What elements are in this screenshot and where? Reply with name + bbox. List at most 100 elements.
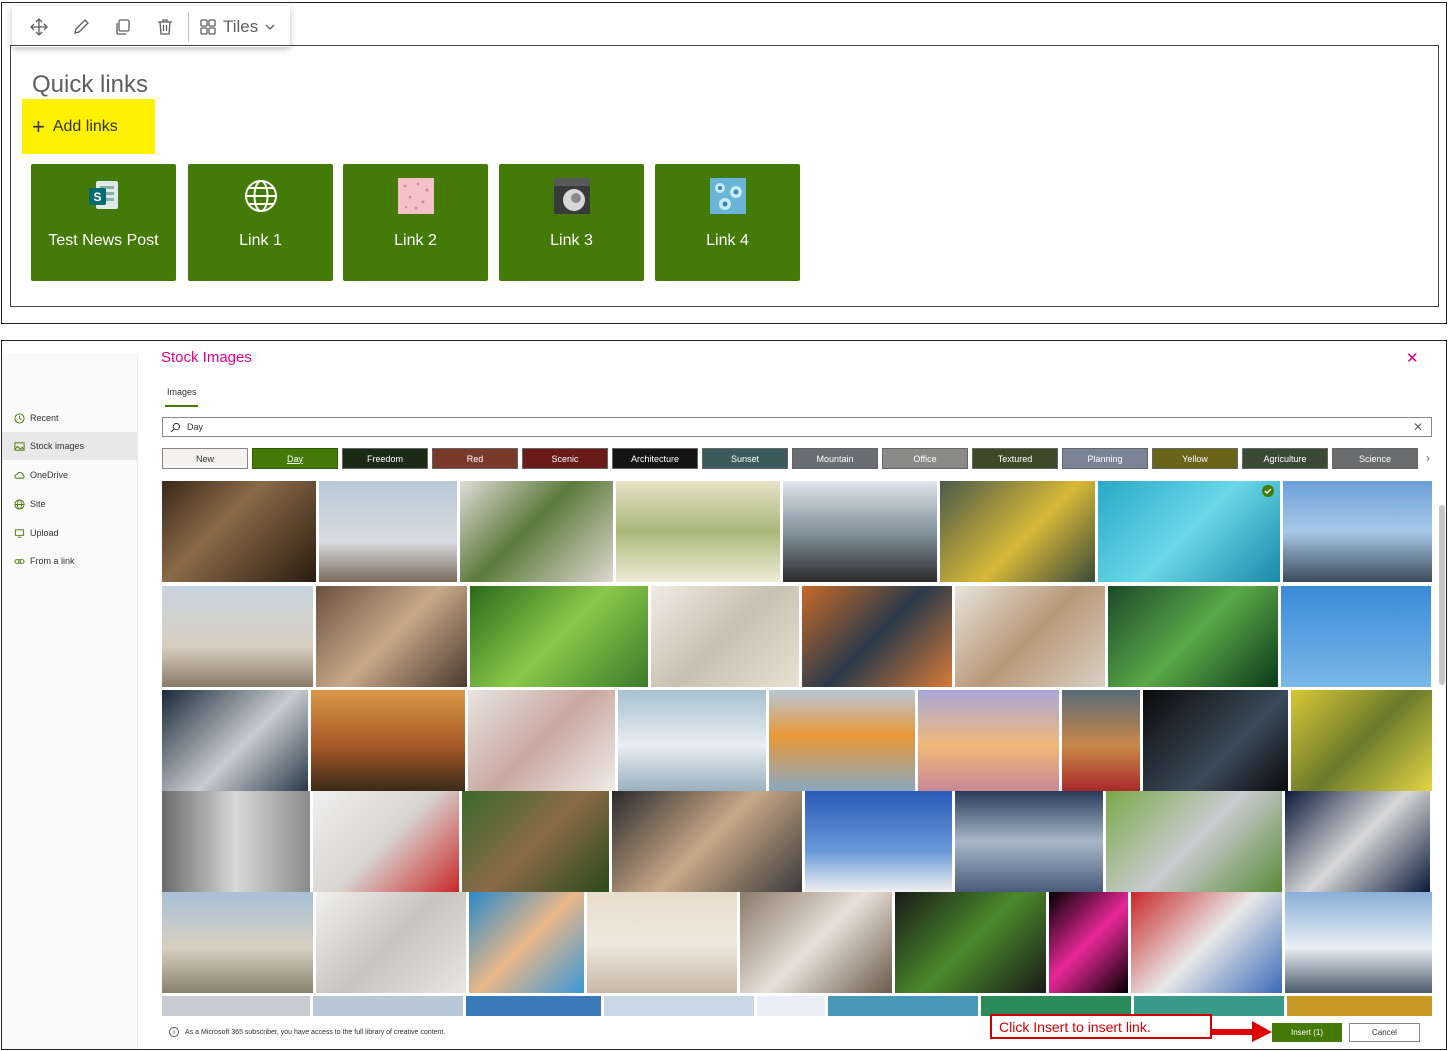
link-tile-link-4[interactable]: Link 4	[655, 164, 800, 281]
chip-agriculture[interactable]: Agriculture	[1242, 448, 1328, 469]
move-button[interactable]	[18, 6, 60, 47]
chip-scenic[interactable]: Scenic	[522, 448, 608, 469]
stock-image-thumbnail[interactable]	[616, 481, 780, 582]
stock-image-thumbnail[interactable]	[604, 996, 754, 1016]
stock-image-thumbnail[interactable]	[460, 481, 613, 582]
stock-image-thumbnail[interactable]	[587, 892, 737, 993]
quick-links-webpart-panel: Tiles Quick links + Add links S Test New…	[1, 2, 1447, 324]
stock-image-thumbnail[interactable]	[1131, 892, 1282, 993]
stock-image-thumbnail[interactable]	[466, 996, 601, 1016]
stock-image-thumbnail[interactable]	[469, 892, 584, 993]
stock-image-thumbnail[interactable]	[313, 996, 463, 1016]
stock-image-thumbnail[interactable]	[316, 892, 466, 993]
stock-image-thumbnail[interactable]	[1062, 690, 1140, 791]
stock-image-thumbnail[interactable]	[802, 586, 952, 687]
stock-image-thumbnail[interactable]	[612, 791, 802, 892]
stock-image-thumbnail[interactable]	[828, 996, 978, 1016]
stock-image-thumbnail[interactable]	[805, 791, 952, 892]
layout-dropdown[interactable]: Tiles	[193, 6, 282, 47]
stock-image-thumbnail[interactable]	[462, 791, 609, 892]
gray-thumbnail	[553, 178, 590, 214]
stock-image-thumbnail[interactable]	[1098, 481, 1280, 582]
nav-item-stock-images[interactable]: Stock images	[2, 432, 138, 460]
chip-new[interactable]: New	[162, 448, 248, 469]
stock-image-thumbnail[interactable]	[162, 892, 313, 993]
chip-yellow[interactable]: Yellow	[1152, 448, 1238, 469]
nav-item-recent[interactable]: Recent	[2, 404, 138, 432]
link-tile-link-2[interactable]: Link 2	[343, 164, 488, 281]
stock-image-thumbnail[interactable]	[1281, 586, 1431, 687]
webpart-title[interactable]: Quick links	[32, 71, 148, 99]
stock-image-thumbnail[interactable]	[1049, 892, 1128, 993]
stock-image-thumbnail[interactable]	[1106, 791, 1282, 892]
chip-red[interactable]: Red	[432, 448, 518, 469]
stock-image-thumbnail[interactable]	[162, 586, 313, 687]
nav-item-from-a-link[interactable]: From a link	[2, 547, 138, 575]
link-tile-link-3[interactable]: Link 3	[499, 164, 644, 281]
stock-image-thumbnail[interactable]	[470, 586, 648, 687]
stock-image-thumbnail[interactable]	[895, 892, 1046, 993]
stock-image-thumbnail[interactable]	[783, 481, 937, 582]
scrollbar[interactable]	[1438, 481, 1446, 1016]
stock-image-thumbnail[interactable]	[955, 586, 1105, 687]
stock-image-thumbnail[interactable]	[468, 690, 615, 791]
stock-image-thumbnail[interactable]	[1143, 690, 1288, 791]
chip-architecture[interactable]: Architecture	[612, 448, 698, 469]
chip-science[interactable]: Science	[1332, 448, 1418, 469]
file-picker-panel: Recent Stock images OneDrive Site Upload…	[1, 340, 1447, 1050]
delete-button[interactable]	[144, 6, 186, 47]
clear-search-icon[interactable]: ✕	[1413, 420, 1423, 434]
stock-image-thumbnail[interactable]	[162, 791, 310, 892]
chevron-right-icon[interactable]: ›	[1426, 451, 1430, 465]
chip-textured[interactable]: Textured	[972, 448, 1058, 469]
stock-image-thumbnail[interactable]	[1134, 996, 1284, 1016]
search-input[interactable]	[187, 422, 1387, 432]
globe-icon	[243, 178, 279, 214]
stock-image-thumbnail[interactable]	[1285, 791, 1430, 892]
stock-image-thumbnail[interactable]	[769, 690, 915, 791]
stock-image-thumbnail[interactable]	[940, 481, 1095, 582]
stock-image-thumbnail[interactable]	[319, 481, 457, 582]
stock-image-thumbnail[interactable]	[316, 586, 467, 687]
category-chips: New Day Freedom Red Scenic Architecture Sunset…	[162, 448, 1432, 469]
note-text: As a Microsoft 365 subscriber, you have …	[185, 1028, 446, 1036]
stock-image-thumbnail[interactable]	[313, 791, 459, 892]
stock-image-thumbnail[interactable]	[740, 892, 892, 993]
chip-mountain[interactable]: Mountain	[792, 448, 878, 469]
insert-button[interactable]: Insert (1)	[1272, 1023, 1342, 1042]
duplicate-icon	[116, 18, 130, 35]
stock-image-thumbnail[interactable]	[162, 690, 308, 791]
nav-item-site[interactable]: Site	[2, 490, 138, 518]
stock-image-thumbnail[interactable]	[1108, 586, 1278, 687]
chip-freedom[interactable]: Freedom	[342, 448, 428, 469]
chip-sunset[interactable]: Sunset	[702, 448, 788, 469]
scroll-thumb[interactable]	[1439, 505, 1445, 685]
duplicate-button[interactable]	[102, 6, 144, 47]
image-row	[162, 690, 1432, 791]
stock-image-thumbnail[interactable]	[1287, 996, 1432, 1016]
stock-image-thumbnail[interactable]	[1283, 481, 1432, 582]
stock-image-thumbnail[interactable]	[981, 996, 1131, 1016]
chip-planning[interactable]: Planning	[1062, 448, 1148, 469]
stock-image-thumbnail[interactable]	[757, 996, 825, 1016]
link-tile-link-1[interactable]: Link 1	[188, 164, 333, 281]
tab-images[interactable]: Images	[167, 387, 197, 397]
chip-day[interactable]: Day	[252, 448, 338, 469]
stock-image-thumbnail[interactable]	[162, 996, 310, 1016]
cancel-button[interactable]: Cancel	[1349, 1023, 1420, 1042]
stock-image-thumbnail[interactable]	[918, 690, 1059, 791]
edit-button[interactable]	[60, 6, 102, 47]
stock-image-thumbnail[interactable]	[955, 791, 1103, 892]
stock-image-thumbnail[interactable]	[311, 690, 465, 791]
stock-image-thumbnail[interactable]	[1285, 892, 1432, 993]
add-links-button[interactable]: + Add links	[22, 99, 155, 154]
stock-image-thumbnail[interactable]	[618, 690, 766, 791]
stock-image-thumbnail[interactable]	[651, 586, 799, 687]
link-tile-test-news-post[interactable]: S Test News Post	[31, 164, 176, 281]
chip-office[interactable]: Office	[882, 448, 968, 469]
stock-image-thumbnail[interactable]	[162, 481, 316, 582]
stock-image-thumbnail[interactable]	[1291, 690, 1432, 791]
nav-item-onedrive[interactable]: OneDrive	[2, 461, 138, 489]
nav-item-upload[interactable]: Upload	[2, 519, 138, 547]
close-icon[interactable]: ✕	[1406, 349, 1419, 367]
